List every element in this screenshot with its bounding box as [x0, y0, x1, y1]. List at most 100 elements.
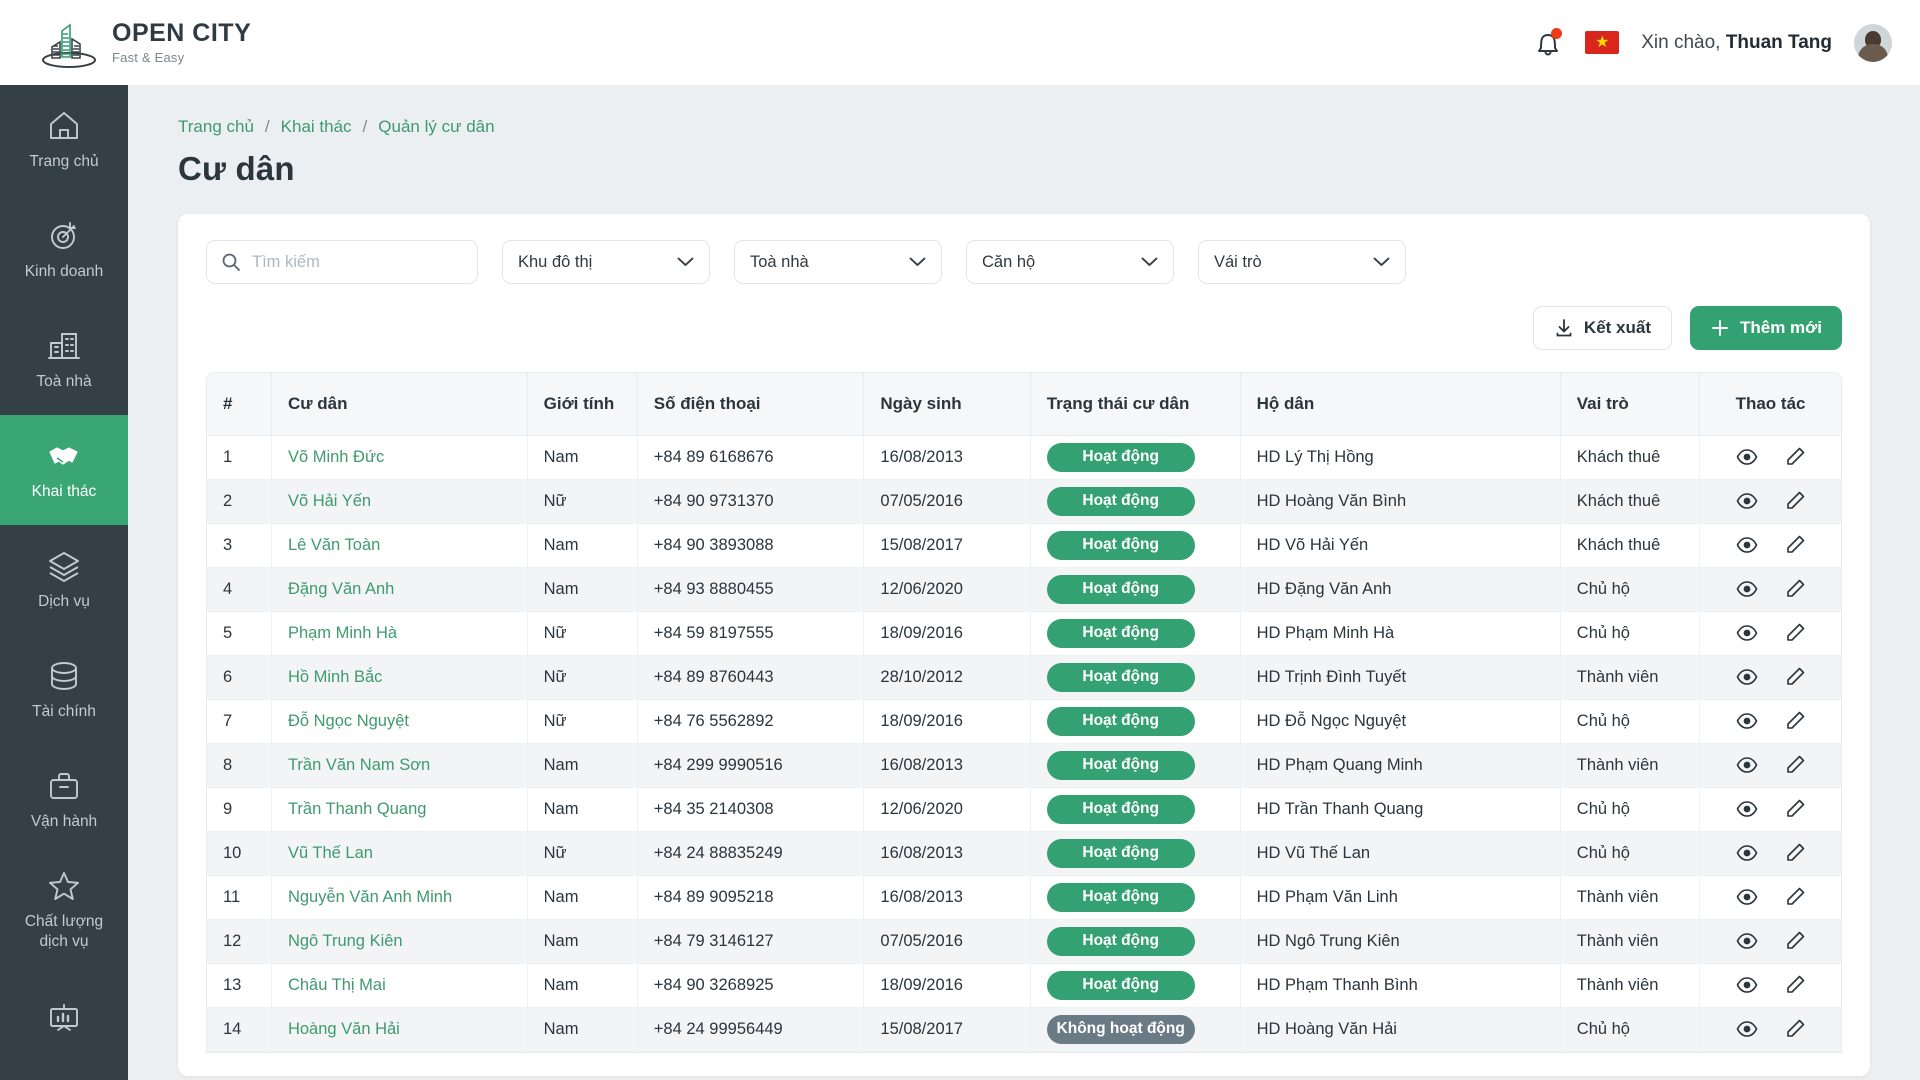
table-row[interactable]: 9 Trần Thanh Quang Nam +84 35 2140308 12/06/…: [207, 787, 1841, 832]
add-new-button[interactable]: Thêm mới: [1690, 306, 1842, 350]
table-row[interactable]: 1 Võ Minh Đức Nam +84 89 6168676 16/08/2013 H…: [207, 435, 1841, 480]
cell-index: 1: [207, 435, 272, 480]
sidebar-item-kinh-doanh[interactable]: Kinh doanh: [0, 195, 128, 305]
cell-resident-name[interactable]: Vũ Thế Lan: [271, 831, 528, 876]
sidebar-item-v-n-h-nh[interactable]: Vận hành: [0, 745, 128, 855]
cell-resident-name[interactable]: Phạm Minh Hà: [271, 611, 528, 656]
sidebar-item-ch-t-l-ng-d-ch-v[interactable]: Chất lượng dịch vụ: [0, 855, 128, 965]
resident-link[interactable]: Vũ Thế Lan: [288, 844, 373, 862]
cell-resident-name[interactable]: Châu Thị Mai: [271, 963, 528, 1008]
pencil-icon[interactable]: [1784, 710, 1806, 732]
resident-link[interactable]: Đặng Văn Anh: [288, 580, 394, 598]
eye-icon[interactable]: [1736, 622, 1758, 644]
resident-link[interactable]: Trần Thanh Quang: [288, 800, 427, 818]
filter-select-khu-th[interactable]: Khu đô thị: [502, 240, 710, 284]
main-content: Trang chủ / Khai thác / Quản lý cư dân C…: [128, 85, 1920, 1080]
cell-resident-name[interactable]: Hoàng Văn Hải: [271, 1007, 528, 1052]
resident-link[interactable]: Võ Minh Đức: [288, 448, 384, 466]
pencil-icon[interactable]: [1784, 622, 1806, 644]
sidebar-item-d-ch-v[interactable]: Dịch vụ: [0, 525, 128, 635]
resident-link[interactable]: Trần Văn Nam Sơn: [288, 756, 430, 774]
search-box[interactable]: [206, 240, 478, 284]
table-row[interactable]: 2 Võ Hải Yến Nữ +84 90 9731370 07/05/2016 Hoạ…: [207, 479, 1841, 524]
resident-link[interactable]: Hoàng Văn Hải: [288, 1020, 400, 1038]
table-row[interactable]: 6 Hồ Minh Bắc Nữ +84 89 8760443 28/10/2012 Ho…: [207, 655, 1841, 700]
table-row[interactable]: 5 Phạm Minh Hà Nữ +84 59 8197555 18/09/2016 H…: [207, 611, 1841, 656]
resident-link[interactable]: Châu Thị Mai: [288, 976, 386, 994]
cell-resident-name[interactable]: Trần Thanh Quang: [271, 787, 528, 832]
status-badge: Hoạt động: [1046, 926, 1195, 956]
notifications-button[interactable]: [1533, 27, 1563, 59]
table-row[interactable]: 12 Ngô Trung Kiên Nam +84 79 3146127 07/05/2…: [207, 919, 1841, 964]
table-column-header-2: Giới tính: [527, 373, 638, 436]
pencil-icon[interactable]: [1784, 754, 1806, 776]
pencil-icon[interactable]: [1784, 446, 1806, 468]
eye-icon[interactable]: [1736, 930, 1758, 952]
pencil-icon[interactable]: [1784, 798, 1806, 820]
resident-link[interactable]: Đỗ Ngọc Nguyệt: [288, 712, 409, 730]
resident-link[interactable]: Nguyễn Văn Anh Minh: [288, 888, 452, 906]
resident-link[interactable]: Võ Hải Yến: [288, 492, 371, 510]
search-input[interactable]: [252, 252, 452, 272]
eye-icon[interactable]: [1736, 534, 1758, 556]
resident-link[interactable]: Lê Văn Toàn: [288, 536, 380, 554]
cell-resident-name[interactable]: Hồ Minh Bắc: [271, 655, 528, 700]
table-row[interactable]: 13 Châu Thị Mai Nam +84 90 3268925 18/09/201…: [207, 963, 1841, 1008]
eye-icon[interactable]: [1736, 754, 1758, 776]
cell-actions: [1699, 743, 1841, 788]
breadcrumb-item-2[interactable]: Quản lý cư dân: [378, 117, 494, 137]
eye-icon[interactable]: [1736, 798, 1758, 820]
table-row[interactable]: 4 Đặng Văn Anh Nam +84 93 8880455 12/06/2020…: [207, 567, 1841, 612]
eye-icon[interactable]: [1736, 490, 1758, 512]
cell-resident-name[interactable]: Đỗ Ngọc Nguyệt: [271, 699, 528, 744]
table-row[interactable]: 10 Vũ Thế Lan Nữ +84 24 88835249 16/08/2013 H…: [207, 831, 1841, 876]
table-row[interactable]: 7 Đỗ Ngọc Nguyệt Nữ +84 76 5562892 18/09/201…: [207, 699, 1841, 744]
cell-resident-name[interactable]: Trần Văn Nam Sơn: [271, 743, 528, 788]
sidebar-item-khai-th-c[interactable]: Khai thác: [0, 415, 128, 525]
filter-select-c-n-h[interactable]: Căn hộ: [966, 240, 1174, 284]
table-row[interactable]: 8 Trần Văn Nam Sơn Nam +84 299 9990516 16/08…: [207, 743, 1841, 788]
filter-select-v-i-tr[interactable]: Vái trò: [1198, 240, 1406, 284]
eye-icon[interactable]: [1736, 446, 1758, 468]
resident-link[interactable]: Phạm Minh Hà: [288, 624, 397, 642]
cell-status: Hoạt động: [1030, 699, 1241, 744]
filter-select-to-nh[interactable]: Toà nhà: [734, 240, 942, 284]
sidebar-item-t-i-ch-nh[interactable]: Tài chính: [0, 635, 128, 745]
pencil-icon[interactable]: [1784, 886, 1806, 908]
breadcrumb-item-0[interactable]: Trang chủ: [178, 117, 254, 137]
pencil-icon[interactable]: [1784, 930, 1806, 952]
eye-icon[interactable]: [1736, 974, 1758, 996]
resident-link[interactable]: Ngô Trung Kiên: [288, 932, 403, 950]
cell-resident-name[interactable]: Đặng Văn Anh: [271, 567, 528, 612]
sidebar-item-to-nh[interactable]: Toà nhà: [0, 305, 128, 415]
pencil-icon[interactable]: [1784, 974, 1806, 996]
pencil-icon[interactable]: [1784, 490, 1806, 512]
table-row[interactable]: 14 Hoàng Văn Hải Nam +84 24 99956449 15/08/2…: [207, 1007, 1841, 1052]
sidebar-item-trang-ch[interactable]: Trang chủ: [0, 85, 128, 195]
breadcrumb-item-1[interactable]: Khai thác: [281, 117, 352, 137]
pencil-icon[interactable]: [1784, 842, 1806, 864]
cell-resident-name[interactable]: Võ Hải Yến: [271, 479, 528, 524]
eye-icon[interactable]: [1736, 1018, 1758, 1040]
eye-icon[interactable]: [1736, 842, 1758, 864]
pencil-icon[interactable]: [1784, 1018, 1806, 1040]
avatar[interactable]: [1854, 23, 1892, 62]
sidebar-item-item-8[interactable]: [0, 965, 128, 1075]
cell-resident-name[interactable]: Nguyễn Văn Anh Minh: [271, 875, 528, 920]
language-flag-button[interactable]: ★: [1585, 31, 1620, 54]
brand-logo-block[interactable]: OPEN CITY Fast & Easy: [40, 17, 251, 69]
pencil-icon[interactable]: [1784, 534, 1806, 556]
pencil-icon[interactable]: [1784, 666, 1806, 688]
export-button[interactable]: Kết xuất: [1532, 306, 1672, 350]
cell-resident-name[interactable]: Võ Minh Đức: [271, 435, 528, 480]
pencil-icon[interactable]: [1784, 578, 1806, 600]
eye-icon[interactable]: [1736, 886, 1758, 908]
cell-resident-name[interactable]: Lê Văn Toàn: [271, 523, 528, 568]
eye-icon[interactable]: [1736, 710, 1758, 732]
cell-resident-name[interactable]: Ngô Trung Kiên: [271, 919, 528, 964]
table-row[interactable]: 3 Lê Văn Toàn Nam +84 90 3893088 15/08/2017 H…: [207, 523, 1841, 568]
eye-icon[interactable]: [1736, 578, 1758, 600]
table-row[interactable]: 11 Nguyễn Văn Anh Minh Nam +84 89 9095218 16…: [207, 875, 1841, 920]
eye-icon[interactable]: [1736, 666, 1758, 688]
resident-link[interactable]: Hồ Minh Bắc: [288, 668, 382, 686]
